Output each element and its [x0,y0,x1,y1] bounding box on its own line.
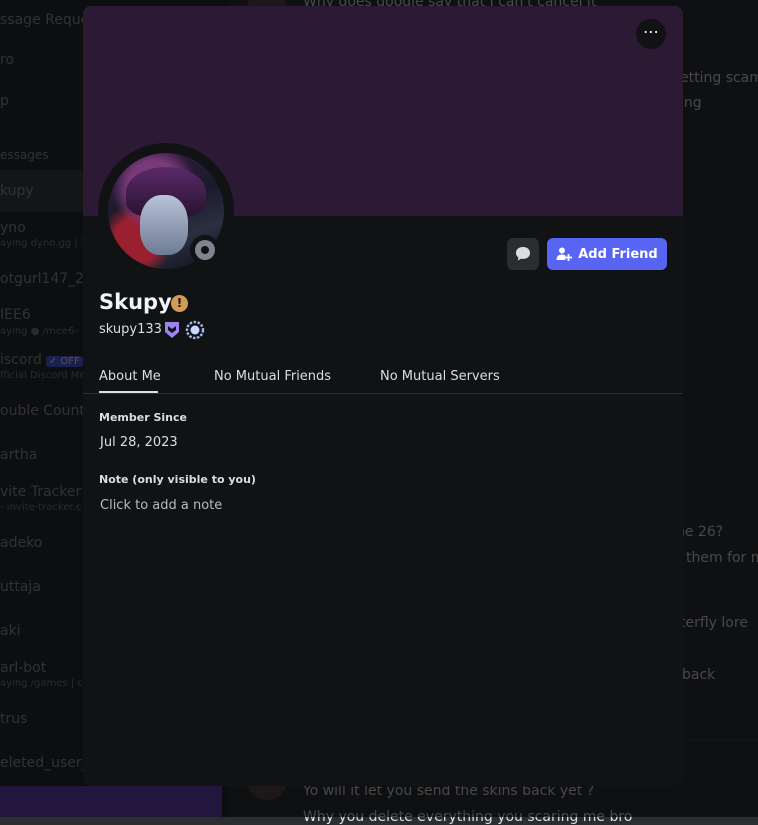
username: skupy133 [99,322,162,337]
note-input[interactable]: Click to add a note [100,498,222,513]
note-heading: Note (only visible to you) [99,473,256,486]
send-message-button[interactable] [507,238,539,270]
display-name: Skupy [99,290,172,314]
user-profile-modal: ⋯ Add Friend Skupy ! skupy133 About Me N… [83,6,683,786]
nitro-boost-badge-icon[interactable] [185,320,205,340]
member-since-heading: Member Since [99,411,187,424]
more-options-button[interactable]: ⋯ [636,19,666,49]
add-friend-label: Add Friend [578,246,658,262]
hypesquad-badge-icon[interactable] [164,321,180,339]
warning-icon[interactable]: ! [171,295,188,312]
add-friend-button[interactable]: Add Friend [547,238,667,270]
tab-mutual-servers[interactable]: No Mutual Servers [380,369,500,384]
avatar-face [140,195,188,255]
chat-bubble-icon [516,247,530,261]
add-friend-icon [556,247,573,261]
tab-about-me[interactable]: About Me [99,369,161,384]
member-since-value: Jul 28, 2023 [100,435,178,450]
tab-mutual-friends[interactable]: No Mutual Friends [214,369,331,384]
status-dot-hole [201,246,209,254]
tabs-divider [83,393,683,394]
more-icon: ⋯ [643,22,659,41]
